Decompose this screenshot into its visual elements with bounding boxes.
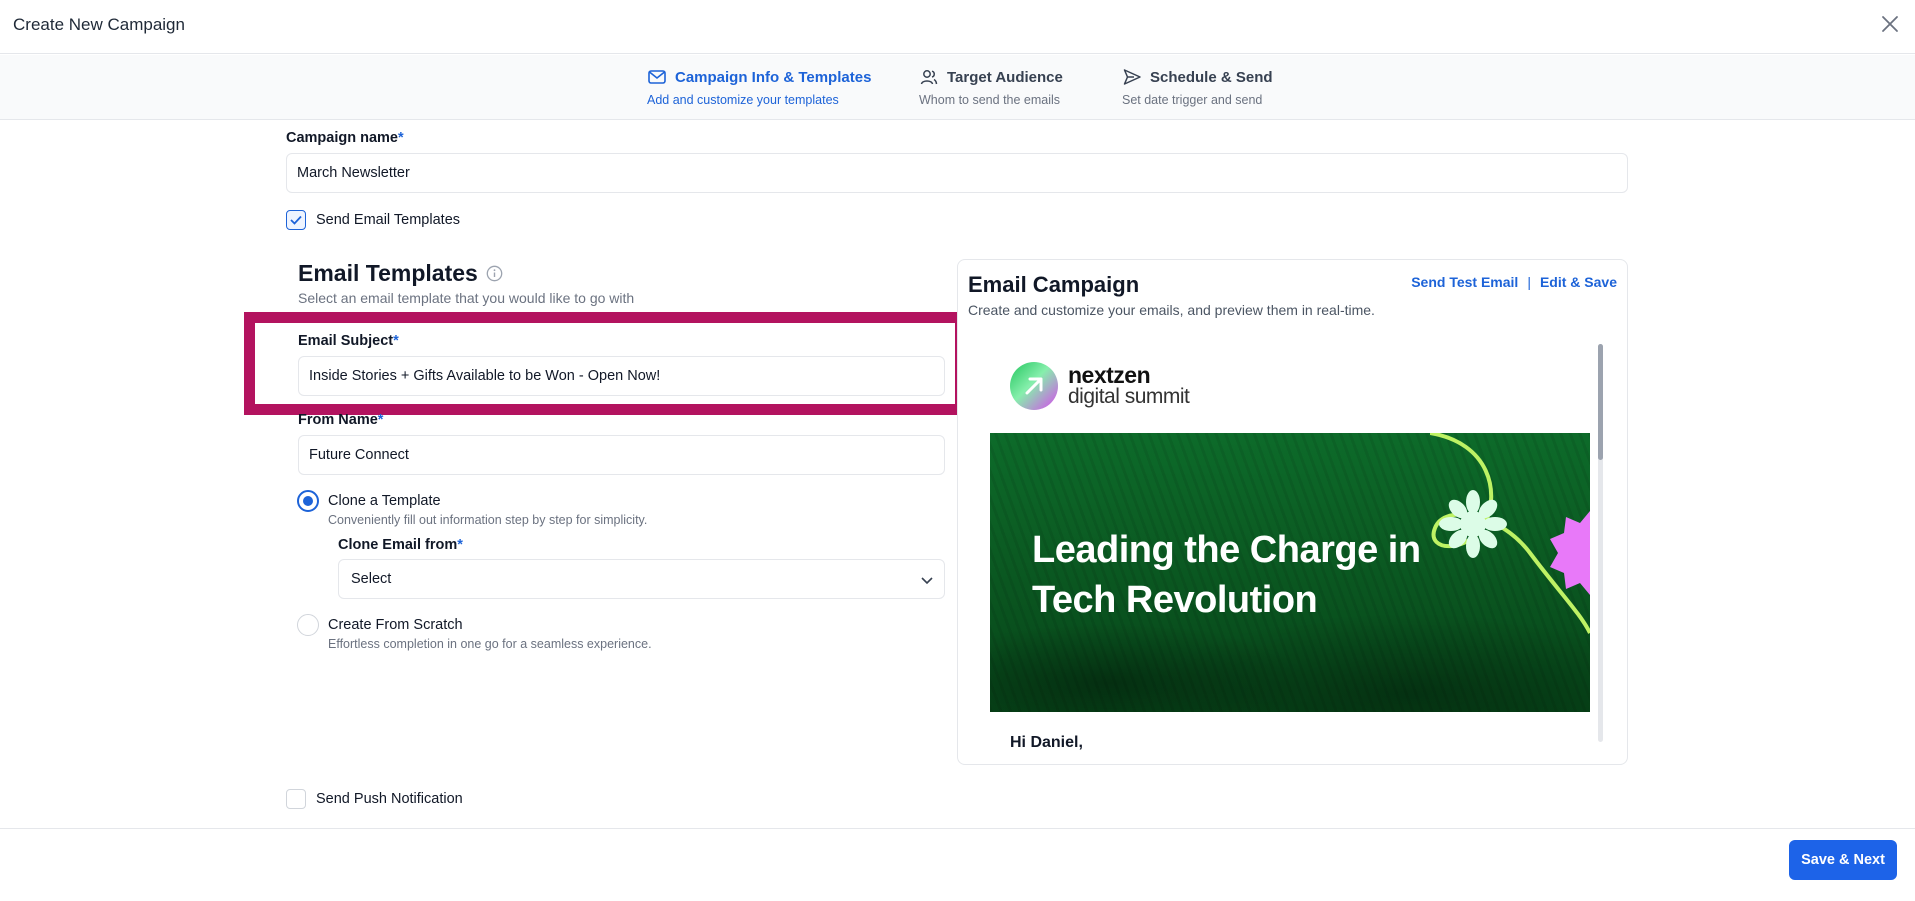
campaign-name-input[interactable]: March Newsletter [286,153,1628,193]
from-name-value: Future Connect [309,447,409,463]
campaign-name-label: Campaign name* [286,130,404,146]
step-label: Campaign Info & Templates [675,68,872,86]
hero-banner: Leading the Charge in Tech Revolution [990,433,1590,712]
from-name-input[interactable]: Future Connect [298,435,945,475]
create-from-scratch-title: Create From Scratch [328,617,463,633]
edit-save-link[interactable]: Edit & Save [1540,274,1617,290]
logo-name: nextzen [1068,362,1151,388]
modal-footer: Save & Next [0,828,1915,901]
logo-mark-icon [1010,362,1058,410]
email-templates-title: Email Templates [298,260,503,287]
send-email-templates-label: Send Email Templates [316,212,461,228]
check-icon [290,215,302,225]
label-text: Campaign name [286,130,398,146]
modal-title: Create New Campaign [13,15,185,34]
email-preview-frame[interactable]: nextzen digital summit Leading the Charg… [990,344,1595,754]
modal-header: Create New Campaign [0,0,1915,54]
preview-sub: Create and customize your emails, and pr… [968,302,1375,318]
info-icon[interactable] [486,265,503,282]
email-templates-sub: Select an email template that you would … [298,290,635,306]
clone-template-sub: Conveniently fill out information step b… [328,513,648,527]
clone-from-select[interactable]: Select [338,559,945,599]
send-test-email-link[interactable]: Send Test Email [1411,274,1518,290]
step-sub: Set date trigger and send [1122,93,1263,107]
preview-title: Email Campaign [968,272,1140,297]
clone-template-radio[interactable] [297,490,319,512]
step-label: Schedule & Send [1150,68,1273,86]
step-campaign-info[interactable]: Campaign Info & Templates Add and custom… [647,67,872,108]
action-separator: | [1527,274,1531,290]
from-name-label: From Name* [298,412,383,428]
logo-tag: digital summit [1068,385,1190,408]
step-label: Target Audience [947,68,1063,86]
send-push-notification-label: Send Push Notification [316,791,463,807]
select-value: Select [351,571,392,587]
step-target-audience[interactable]: Target Audience Whom to send the emails [919,67,1063,108]
step-schedule-send[interactable]: Schedule & Send Set date trigger and sen… [1122,67,1273,108]
step-sub: Add and customize your templates [647,93,839,107]
campaign-name-value: March Newsletter [297,165,410,181]
send-email-templates-checkbox[interactable] [286,210,306,230]
clone-from-label: Clone Email from* [338,537,463,553]
required-mark: * [377,412,384,428]
label-text: From Name [298,412,378,428]
hero-headline: Leading the Charge in Tech Revolution [1032,525,1421,625]
title-text: Email Templates [298,260,478,286]
highlight-box [244,312,966,415]
send-push-notification-checkbox[interactable] [286,789,306,809]
brand-logo: nextzen digital summit [1010,362,1190,410]
send-icon [1123,69,1141,85]
campaign-stepper: Campaign Info & Templates Add and custom… [0,55,1915,120]
hero-line-1: Leading the Charge in [1032,529,1421,571]
create-from-scratch-sub: Effortless completion in one go for a se… [328,637,652,651]
close-button[interactable] [1879,13,1901,35]
mail-icon [648,70,666,84]
hero-line-2: Tech Revolution [1032,579,1318,621]
required-mark: * [457,537,463,553]
required-mark: * [398,130,404,146]
step-sub: Whom to send the emails [919,93,1061,107]
email-greeting: Hi Daniel, [1010,734,1083,751]
create-from-scratch-radio[interactable] [297,614,319,636]
label-text: Clone Email from [338,537,458,553]
clone-template-title: Clone a Template [328,493,441,509]
chevron-down-icon [921,577,933,585]
decorative-shapes-icon [1430,433,1590,634]
preview-actions: Send Test Email | Edit & Save [1411,274,1617,290]
close-icon [1882,16,1898,32]
save-next-button[interactable]: Save & Next [1789,840,1897,880]
preview-scrollbar-thumb[interactable] [1598,344,1603,460]
email-preview-card: Email Campaign Create and customize your… [957,259,1628,765]
users-icon [920,70,938,85]
